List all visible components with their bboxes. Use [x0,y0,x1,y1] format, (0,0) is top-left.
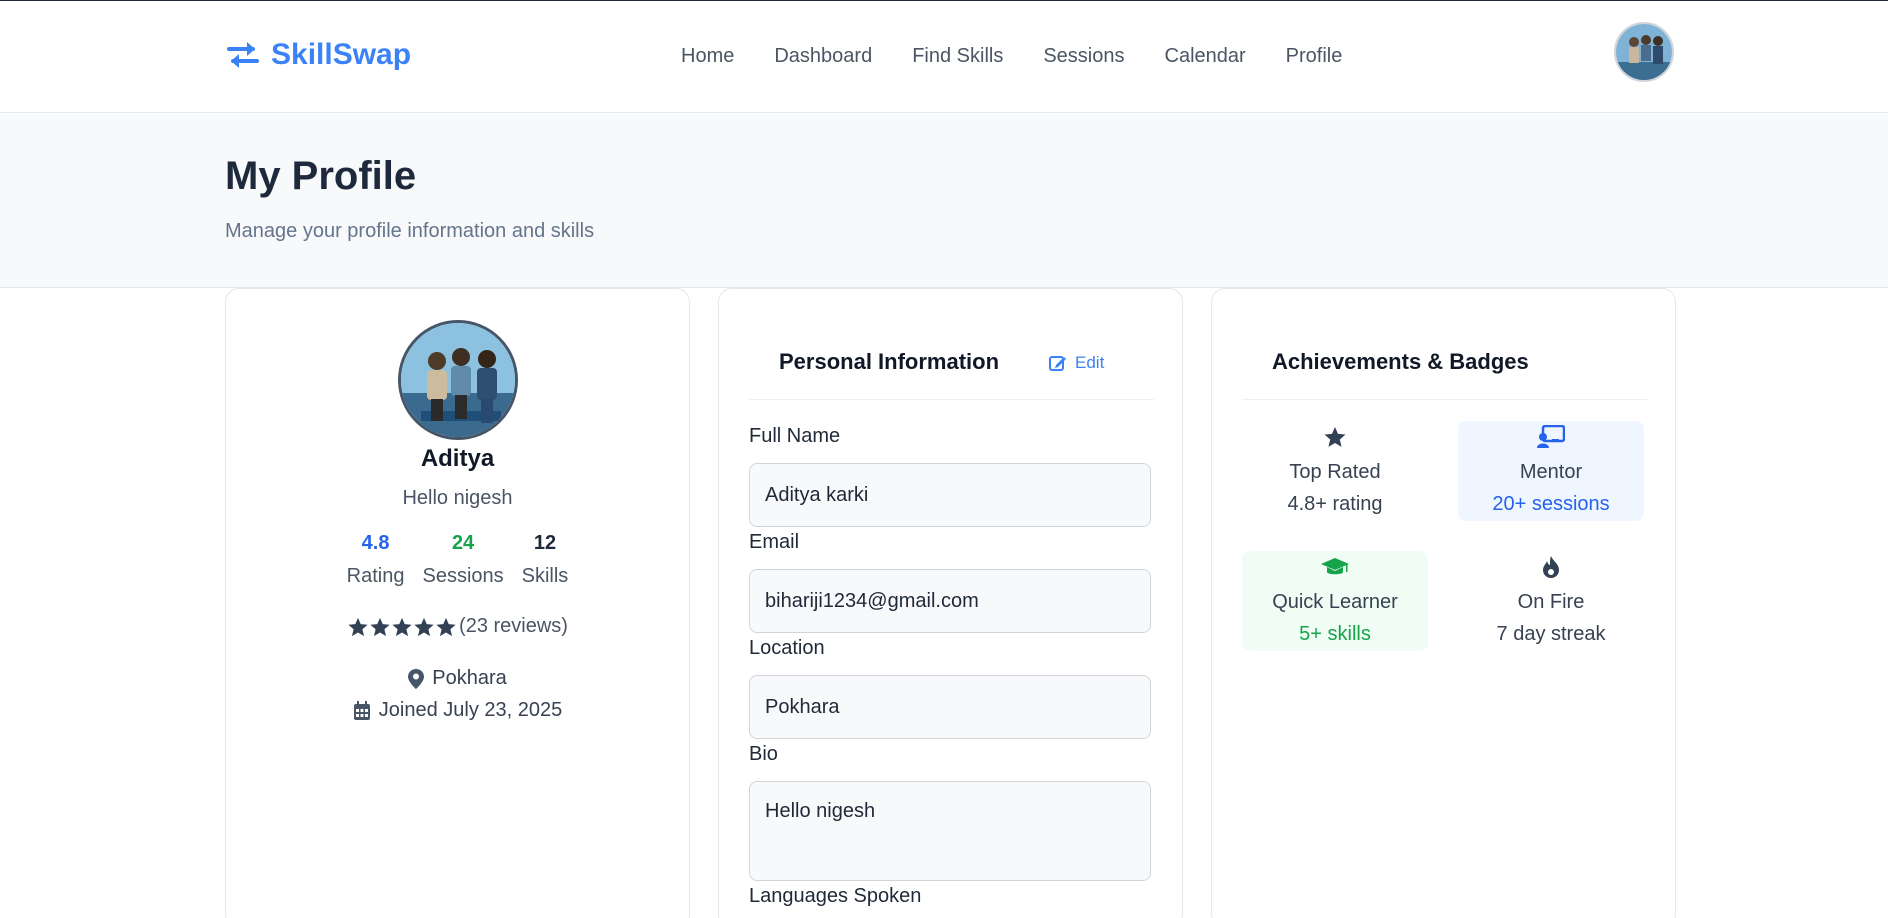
personal-information-card: Personal Information Edit Full Name Emai… [718,288,1183,918]
star-icon [414,617,434,636]
star-icon [392,617,412,636]
calendar-icon [353,700,370,720]
edit-button-label: Edit [1075,353,1105,372]
star-icon [1324,427,1346,447]
page-header: My Profile Manage your profile informati… [0,114,1888,288]
page-subtitle: Manage your profile information and skil… [225,220,595,242]
bio-field[interactable]: Hello nigesh [749,781,1151,881]
nav-link-calendar[interactable]: Calendar [1165,45,1246,68]
nav-link-find-skills[interactable]: Find Skills [912,45,1003,68]
stat-skills-value: 12 [533,532,557,554]
languages-spoken-label: Languages Spoken [749,885,922,907]
chalkboard-teacher-icon [1537,425,1565,448]
stat-rating-label: Rating [346,565,405,587]
profile-bio: Hello nigesh [402,487,513,509]
star-icon [348,617,368,636]
personal-information-title: Personal Information [779,349,1000,374]
badge-subtitle: 20+ sessions [1492,493,1610,515]
nav-links: Home Dashboard Find Skills Sessions Cale… [681,45,1382,68]
badge-mentor: Mentor 20+ sessions [1458,421,1644,521]
profile-photo [401,323,515,437]
badge-on-fire: On Fire 7 day streak [1458,551,1644,651]
star-icon [370,617,390,636]
nav-link-profile[interactable]: Profile [1286,45,1343,68]
nav-link-dashboard[interactable]: Dashboard [774,45,872,68]
profile-stats: 4.8 Rating 24 Sessions 12 Skills [226,532,689,588]
badge-top-rated: Top Rated 4.8+ rating [1242,421,1428,521]
profile-avatar [398,320,518,440]
navbar: SkillSwap Home Dashboard Find Skills Ses… [0,1,1888,113]
full-name-field[interactable] [749,463,1151,527]
brand-name: SkillSwap [271,38,412,71]
nav-link-home[interactable]: Home [681,45,734,68]
edit-icon [1049,356,1066,371]
email-field[interactable] [749,569,1151,633]
nav-link-sessions[interactable]: Sessions [1043,45,1124,68]
graduation-cap-icon [1321,558,1349,575]
location-field[interactable] [749,675,1151,739]
avatar-photo [1616,24,1672,80]
badge-title: Top Rated [1289,461,1381,483]
reviews-count: (23 reviews) [459,615,568,637]
stat-sessions-label: Sessions [422,565,504,587]
stat-skills-label: Skills [521,565,569,587]
badge-title: Quick Learner [1272,591,1398,613]
section-divider [749,399,1154,400]
stat-rating: 4.8 Rating [347,532,405,588]
bio-label: Bio [749,743,778,765]
badge-subtitle: 7 day streak [1496,623,1606,645]
achievements-card: Achievements & Badges Top Rated 4.8+ rat… [1211,288,1676,918]
star-icon [436,617,456,636]
user-avatar[interactable] [1614,22,1674,82]
profile-location: Pokhara [226,667,689,690]
profile-name: Aditya [420,445,495,472]
profile-joined: Joined July 23, 2025 [226,699,689,722]
stat-sessions: 24 Sessions [422,532,503,588]
badge-title: Mentor [1519,461,1583,483]
stat-sessions-value: 24 [451,532,475,554]
exchange-arrows-icon [227,42,259,68]
brand-logo[interactable]: SkillSwap [225,38,411,72]
fire-icon [1543,556,1559,578]
badge-subtitle: 4.8+ rating [1287,493,1383,515]
email-label: Email [749,531,800,553]
section-divider [1242,399,1647,400]
stat-skills: 12 Skills [522,532,569,588]
achievements-title: Achievements & Badges [1272,349,1529,374]
full-name-label: Full Name [749,425,841,447]
edit-button[interactable]: Edit [1049,353,1104,373]
profile-joined-text: Joined July 23, 2025 [378,699,563,721]
badge-subtitle: 5+ skills [1299,623,1371,645]
profile-summary-card: Aditya Hello nigesh 4.8 Rating 24 Sessio… [225,288,690,918]
badge-title: On Fire [1517,591,1585,613]
stat-rating-value: 4.8 [361,532,390,554]
location-label: Location [749,637,825,659]
profile-location-text: Pokhara [432,667,507,689]
rating-stars: (23 reviews) [226,615,689,638]
map-pin-icon [408,668,425,689]
page-title: My Profile [225,154,417,198]
badge-quick-learner: Quick Learner 5+ skills [1242,551,1428,651]
